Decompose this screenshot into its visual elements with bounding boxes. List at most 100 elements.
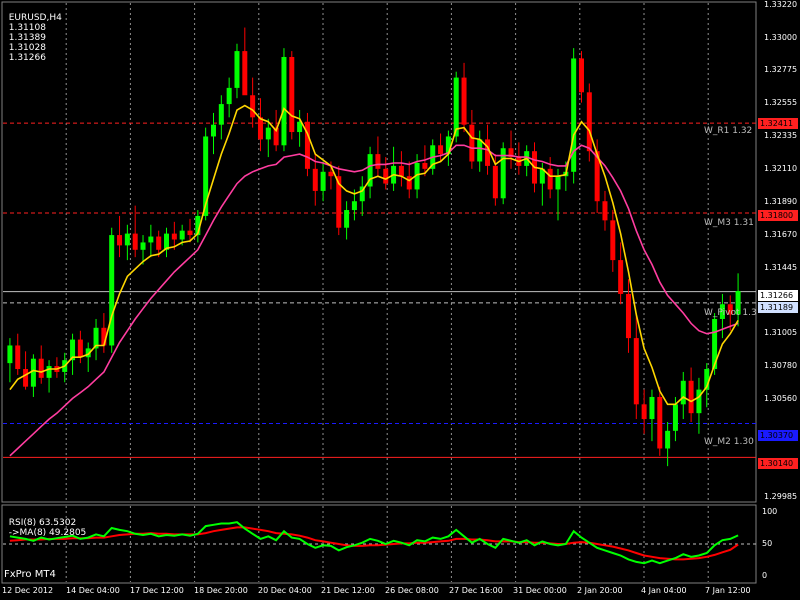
candle-body xyxy=(375,154,381,169)
candle-body xyxy=(602,201,608,221)
time-tick: 2 Jan 20:00 xyxy=(577,586,623,595)
candle-body xyxy=(30,358,36,387)
candle-body xyxy=(171,233,177,240)
candle-body xyxy=(625,293,631,339)
candle-body xyxy=(641,404,647,420)
pivot-level-label: W_Pivot 1.3 xyxy=(704,308,757,318)
candle-body xyxy=(187,230,193,236)
rsi-scale-tick: 50 xyxy=(762,539,773,548)
rsi-label: RSI(8) 63.5302 xyxy=(8,518,77,528)
time-tick: 20 Dec 04:00 xyxy=(258,586,312,595)
candle-body xyxy=(555,176,561,190)
current-price-box: 1.31266 xyxy=(758,290,798,301)
time-tick: 17 Dec 12:00 xyxy=(130,586,184,595)
time-tick: 31 Dec 00:00 xyxy=(513,586,567,595)
candle[interactable] xyxy=(453,71,459,143)
candle-body xyxy=(461,77,467,125)
candle-body xyxy=(344,210,350,228)
candle-body xyxy=(46,366,52,378)
chart-header: EURUSD,H4 1.31108 1.31389 1.31028 1.3126… xyxy=(3,3,67,63)
low-price-box: 1.30140 xyxy=(758,458,798,469)
candle-body xyxy=(688,380,694,414)
candle-body xyxy=(140,242,146,250)
candle-body xyxy=(492,165,498,199)
candle-body xyxy=(383,168,389,184)
candle-body xyxy=(226,87,232,105)
candle-body xyxy=(610,220,616,261)
candle-body xyxy=(649,396,655,420)
candle[interactable] xyxy=(304,112,310,177)
candle-body xyxy=(680,380,686,405)
candle-body xyxy=(132,233,138,250)
price-tick: 1.30560 xyxy=(764,394,798,403)
r1-level-label: W_R1 1.32 xyxy=(704,126,753,136)
candle[interactable] xyxy=(500,142,506,205)
chart-canvas[interactable] xyxy=(0,0,800,600)
candle-body xyxy=(586,92,592,152)
candle-body xyxy=(328,171,334,177)
price-tick: 1.30780 xyxy=(764,361,798,370)
candle-body xyxy=(696,389,702,414)
candle-body xyxy=(77,339,83,358)
candle[interactable] xyxy=(336,165,342,236)
candle-body xyxy=(289,56,295,133)
rsi-ma-label: ->MA(8) 49.2805 xyxy=(8,528,87,538)
candle-body xyxy=(250,95,256,118)
m2-level-label: W_M2 1.30 xyxy=(704,437,754,447)
candle[interactable] xyxy=(571,48,577,184)
price-tick: 1.31670 xyxy=(764,230,798,239)
quote-value: 1.31028 xyxy=(8,43,46,53)
candle-body xyxy=(179,230,185,240)
candle-body xyxy=(257,117,263,140)
quote-value: 1.31108 xyxy=(8,23,46,33)
candle-body xyxy=(242,51,248,96)
time-tick: 4 Jan 04:00 xyxy=(641,586,687,595)
time-tick: 21 Dec 12:00 xyxy=(321,586,375,595)
candle-body xyxy=(657,396,663,449)
time-tick: 18 Dec 20:00 xyxy=(194,586,248,595)
candle[interactable] xyxy=(289,51,295,140)
price-tick: 1.31005 xyxy=(764,328,798,337)
candle-body xyxy=(117,235,123,246)
pivot-price-box: 1.31189 xyxy=(758,302,798,313)
price-tick: 1.31890 xyxy=(764,197,798,206)
candle-body xyxy=(469,124,475,162)
price-tick: 1.31445 xyxy=(764,263,798,272)
candle[interactable] xyxy=(109,227,115,353)
time-tick: 26 Dec 08:00 xyxy=(385,586,439,595)
price-tick: 1.32110 xyxy=(764,164,798,173)
candle-body xyxy=(438,145,444,155)
m2-price-box: 1.30370 xyxy=(758,430,798,441)
candle-body xyxy=(148,236,154,243)
candle-body xyxy=(218,104,224,125)
candle-body xyxy=(234,51,240,88)
candle-body xyxy=(578,58,584,93)
chart-frame xyxy=(1,1,757,584)
price-tick: 1.32775 xyxy=(764,65,798,74)
candle[interactable] xyxy=(281,48,287,152)
broker-label: FxPro MT4 xyxy=(4,569,56,580)
symbol-label: EURUSD,H4 xyxy=(8,13,62,23)
candle-body xyxy=(618,260,624,294)
candle-body xyxy=(398,165,404,177)
candle-body xyxy=(124,233,130,246)
candle-body xyxy=(351,201,357,211)
quote-value: 1.31266 xyxy=(8,53,46,63)
candle-body xyxy=(265,127,271,140)
candle-body xyxy=(7,345,13,364)
candle-body xyxy=(406,176,412,190)
candle-body xyxy=(281,56,287,146)
time-tick: 7 Jan 12:00 xyxy=(705,586,751,595)
m3-level-label: W_M3 1.31 xyxy=(704,218,754,228)
candle-body xyxy=(633,338,639,405)
m3-price-box: 1.31800 xyxy=(758,210,798,221)
time-tick: 12 Dec 2012 xyxy=(2,586,54,595)
candle-body xyxy=(453,77,459,137)
time-tick: 27 Dec 16:00 xyxy=(449,586,503,595)
candle-body xyxy=(210,124,216,137)
candle-body xyxy=(109,235,115,346)
r1-price-box: 1.32411 xyxy=(758,118,798,129)
candle[interactable] xyxy=(657,386,663,456)
price-tick: 1.33000 xyxy=(764,33,798,42)
rsi-scale-tick: 100 xyxy=(762,507,778,516)
